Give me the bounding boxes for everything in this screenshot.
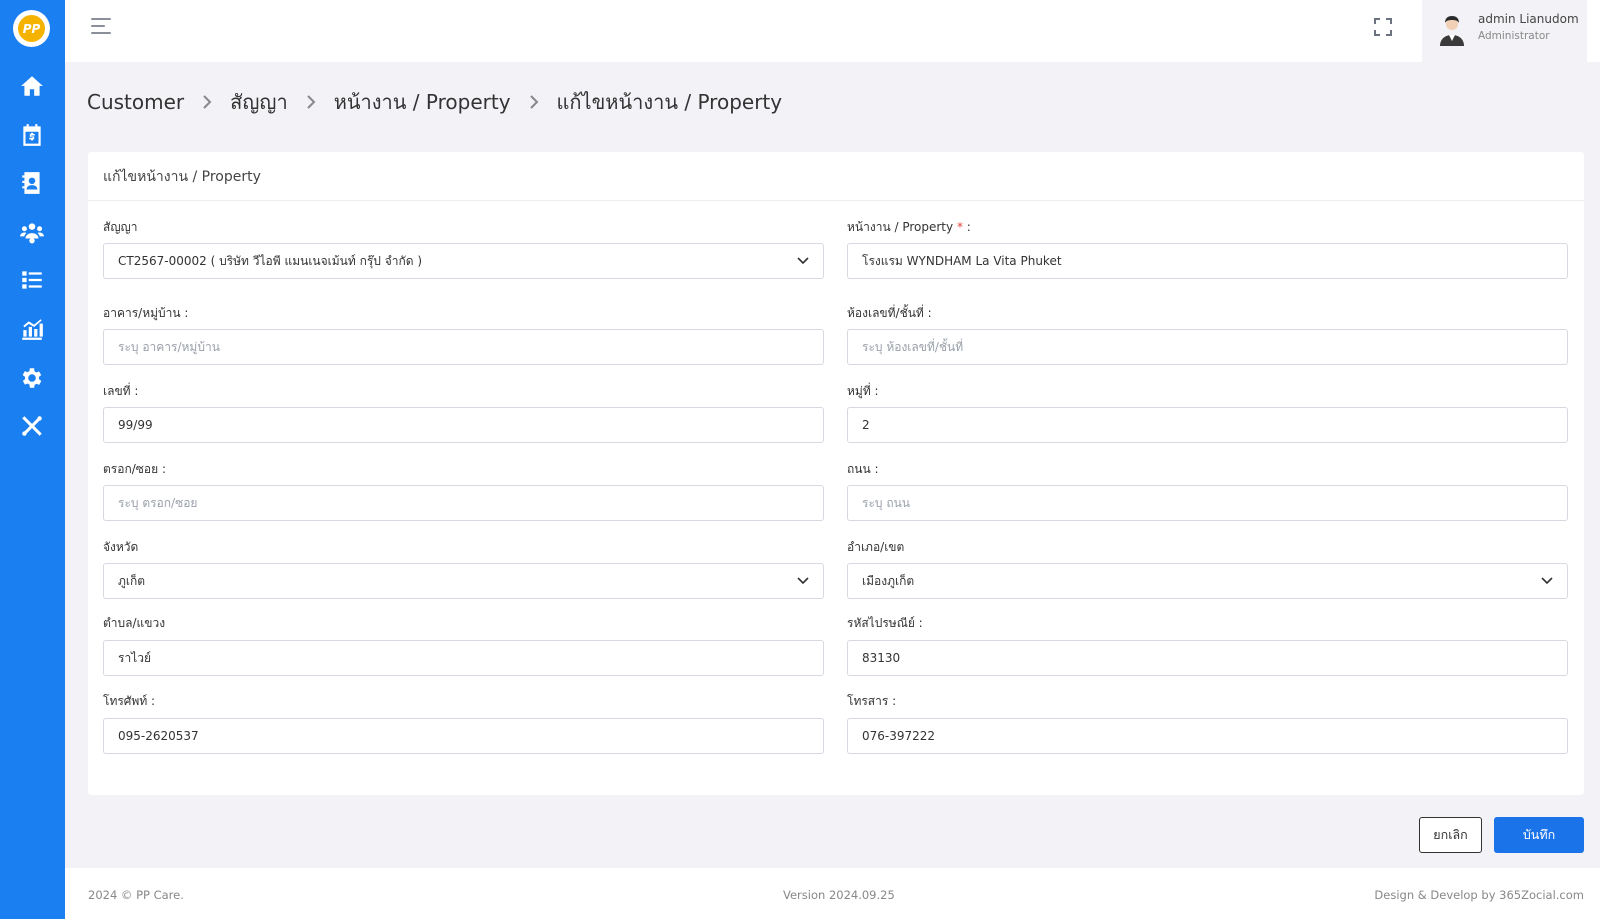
calendar-payment-icon[interactable]: [16, 119, 48, 151]
contract-label: สัญญา: [103, 220, 138, 234]
menu-toggle-icon[interactable]: [91, 18, 113, 40]
contract-value: CT2567-00002 ( บริษัท วีไอพี แมนเนจเม้นท…: [118, 253, 423, 268]
users-gear-icon[interactable]: [16, 216, 48, 248]
user-role: Administrator: [1478, 30, 1550, 42]
app-logo[interactable]: PP: [13, 10, 50, 47]
user-menu[interactable]: admin Lianudom Administrator: [1422, 0, 1587, 62]
soi-label: ตรอก/ซอย :: [103, 462, 166, 476]
district-select[interactable]: เมืองภูเก็ต: [847, 563, 1568, 599]
road-label: ถนน :: [847, 462, 879, 476]
building-label: อาคาร/หมู่บ้าน :: [103, 306, 189, 320]
subdistrict-input[interactable]: ราไวย์: [103, 640, 824, 676]
chevron-down-icon: [1541, 577, 1553, 585]
room-input[interactable]: ระบุ ห้องเลขที่/ชั้นที่: [847, 329, 1568, 365]
road-input[interactable]: ระบุ ถนน: [847, 485, 1568, 521]
breadcrumb-contract[interactable]: สัญญา: [230, 86, 288, 118]
user-name: admin Lianudom: [1478, 12, 1579, 26]
chevron-down-icon: [797, 577, 809, 585]
breadcrumb-customer[interactable]: Customer: [87, 90, 184, 114]
breadcrumb-property[interactable]: หน้างาน / Property: [334, 86, 511, 118]
chevron-right-icon: [203, 95, 212, 109]
contact-book-icon[interactable]: [16, 167, 48, 199]
chevron-right-icon: [306, 95, 316, 109]
save-button[interactable]: บันทึก: [1494, 817, 1584, 853]
contract-select[interactable]: CT2567-00002 ( บริษัท วีไอพี แมนเนจเม้นท…: [103, 243, 824, 279]
house-no-input[interactable]: 99/99: [103, 407, 824, 443]
tools-icon[interactable]: [16, 410, 48, 442]
avatar: [1438, 14, 1466, 46]
chevron-down-icon: [797, 257, 809, 265]
footer: 2024 © PP Care. Version 2024.09.25 Desig…: [65, 868, 1600, 919]
property-form-card: แก้ไขหน้างาน / Property สัญญา CT2567-000…: [88, 152, 1584, 795]
province-label: จังหวัด: [103, 540, 139, 554]
card-title: แก้ไขหน้างาน / Property: [88, 152, 1584, 201]
soi-input[interactable]: ระบุ ตรอก/ซอย: [103, 485, 824, 521]
building-input[interactable]: ระบุ อาคาร/หมู่บ้าน: [103, 329, 824, 365]
subdistrict-label: ตำบล/แขวง: [103, 616, 166, 630]
postcode-input[interactable]: 83130: [847, 640, 1568, 676]
sidebar: PP: [0, 0, 65, 919]
phone-label: โทรศัพท์ :: [103, 694, 156, 708]
moo-input[interactable]: 2: [847, 407, 1568, 443]
province-select[interactable]: ภูเก็ต: [103, 563, 824, 599]
list-icon[interactable]: [16, 264, 48, 296]
fullscreen-icon[interactable]: [1373, 17, 1393, 37]
house-no-label: เลขที่ :: [103, 384, 139, 398]
top-bar: admin Lianudom Administrator: [65, 0, 1600, 62]
district-label: อำเภอ/เขต: [847, 540, 905, 554]
postcode-label: รหัสไปรษณีย์ :: [847, 616, 923, 630]
chart-icon[interactable]: [16, 313, 48, 345]
gear-icon[interactable]: [16, 362, 48, 394]
cancel-button[interactable]: ยกเลิก: [1419, 817, 1482, 853]
fax-input[interactable]: 076-397222: [847, 718, 1568, 754]
footer-version: Version 2024.09.25: [783, 888, 895, 902]
property-input[interactable]: โรงแรม WYNDHAM La Vita Phuket: [847, 243, 1568, 279]
property-label: หน้างาน / Property * :: [847, 220, 971, 234]
room-label: ห้องเลขที่/ชั้นที่ :: [847, 306, 932, 320]
moo-label: หมู่ที่ :: [847, 384, 879, 398]
phone-input[interactable]: 095-2620537: [103, 718, 824, 754]
fax-label: โทรสาร :: [847, 694, 897, 708]
breadcrumb: Customer สัญญา หน้างาน / Property แก้ไขห…: [87, 86, 782, 118]
footer-credit[interactable]: Design & Develop by 365Zocial.com: [1374, 888, 1584, 902]
home-icon[interactable]: [16, 70, 48, 102]
chevron-right-icon: [529, 95, 538, 109]
logo-mark: PP: [18, 15, 45, 42]
footer-copyright: 2024 © PP Care.: [88, 888, 184, 902]
breadcrumb-current: แก้ไขหน้างาน / Property: [556, 90, 783, 114]
